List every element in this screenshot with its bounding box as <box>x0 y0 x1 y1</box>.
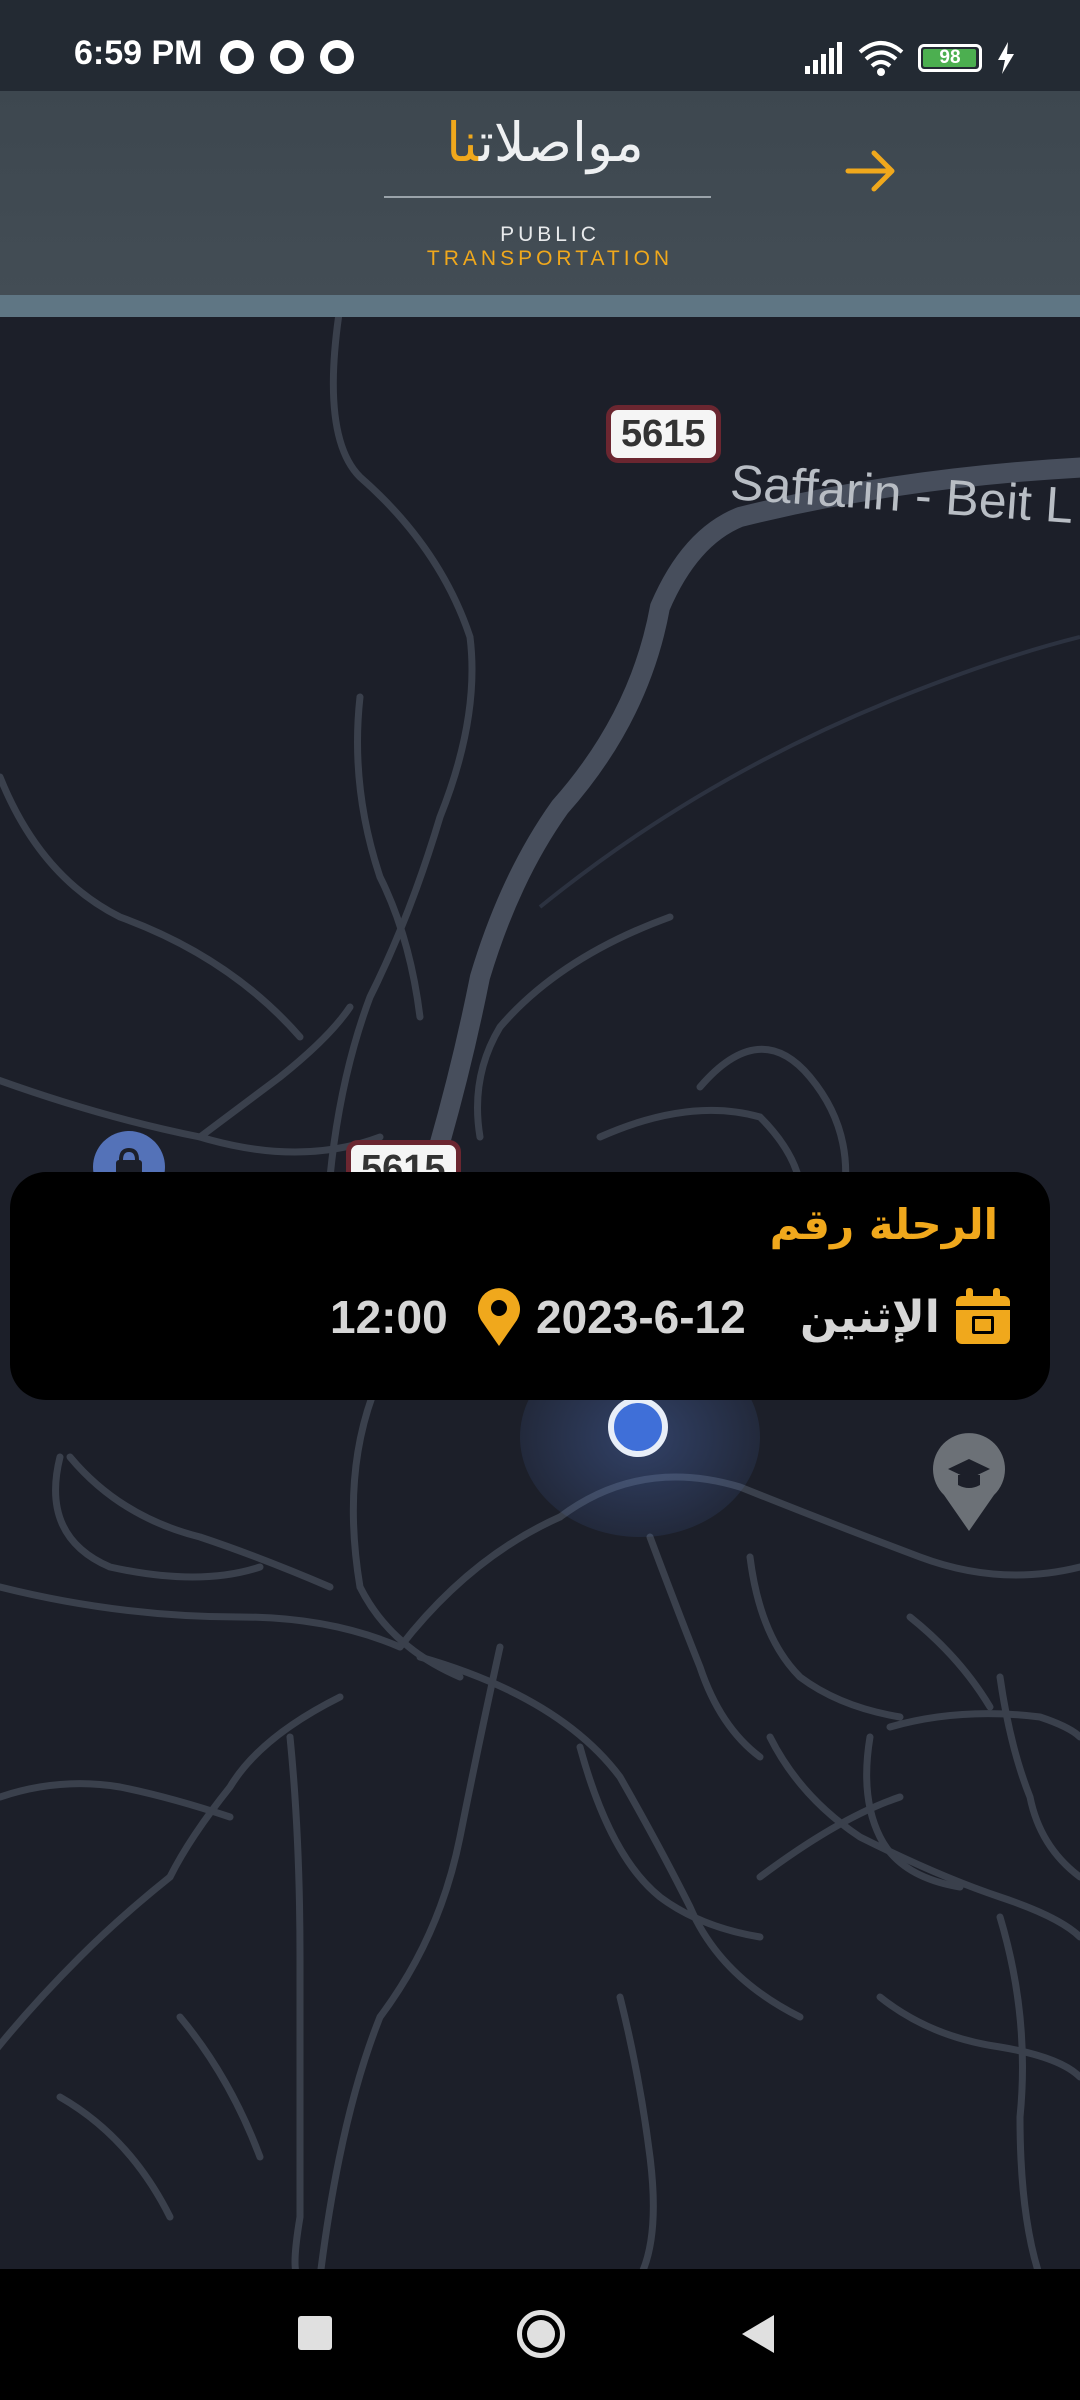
app-notification-icon <box>320 40 354 74</box>
back-button[interactable] <box>742 2315 774 2353</box>
trip-date: 2023-6-12 <box>536 1291 746 1343</box>
status-time: 6:59 PM <box>74 34 203 72</box>
school-pin-icon[interactable] <box>930 1433 1008 1533</box>
trip-time: 12:00 <box>330 1291 448 1343</box>
system-nav-bar <box>0 2269 1080 2400</box>
messenger-icon <box>220 40 254 74</box>
app-logo-arabic: مواصلاتنا <box>446 111 644 174</box>
battery-icon: 98 <box>918 44 982 72</box>
signal-icon <box>805 42 842 74</box>
status-bar: 6:59 PM 98 <box>0 0 1080 91</box>
wifi-icon <box>858 41 904 76</box>
trip-card[interactable]: الرحلة رقم الإثنين 2023-6-12 12:00 <box>10 1172 1050 1400</box>
app-logo-english: PUBLIC TRANSPORTATION <box>426 223 674 270</box>
header-accent-bar <box>0 295 1080 317</box>
app-header: مواصلاتنا PUBLIC TRANSPORTATION <box>0 91 1080 295</box>
calendar-icon <box>956 1288 1010 1344</box>
trip-day: الإثنين <box>800 1292 940 1343</box>
current-location-dot <box>608 1397 668 1457</box>
charging-icon <box>998 42 1014 74</box>
logo-divider <box>384 196 711 198</box>
home-button[interactable] <box>517 2310 565 2358</box>
trip-title: الرحلة رقم <box>769 1200 998 1249</box>
app-notification-icon <box>270 40 304 74</box>
location-pin-icon <box>478 1288 520 1346</box>
battery-level: 98 <box>939 47 961 68</box>
route-number-badge: 5615 <box>606 405 721 463</box>
recent-apps-button[interactable] <box>298 2316 332 2350</box>
arrow-right-icon[interactable] <box>842 141 902 201</box>
